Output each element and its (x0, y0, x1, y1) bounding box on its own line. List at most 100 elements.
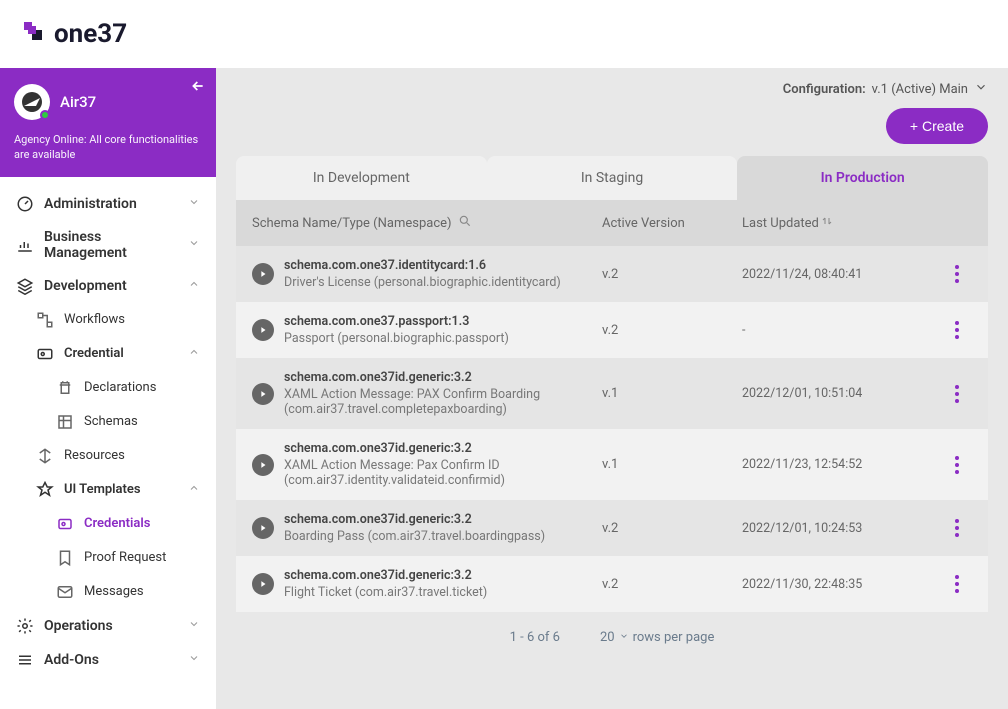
gauge-icon (16, 195, 34, 213)
sidebar-item-declarations[interactable]: Declarations (0, 371, 216, 405)
schema-desc: XAML Action Message: PAX Confirm Boardin… (284, 387, 602, 417)
expand-row-icon[interactable] (252, 319, 274, 341)
expand-row-icon[interactable] (252, 454, 274, 476)
pagination: 1 - 6 of 6 20 rows per page (236, 612, 988, 663)
search-icon[interactable] (458, 214, 472, 232)
sort-icon[interactable] (821, 215, 833, 231)
sidebar-item-ui-templates[interactable]: UI Templates (0, 473, 216, 507)
credential-icon (36, 345, 54, 363)
schema-updated: 2022/11/24, 08:40:41 (742, 267, 942, 282)
expand-row-icon[interactable] (252, 517, 274, 539)
collapse-sidebar-icon[interactable] (190, 78, 206, 98)
table-header: Schema Name/Type (Namespace) Active Vers… (236, 200, 988, 246)
tabs: In Development In Staging In Production (236, 156, 988, 200)
sidebar-item-operations[interactable]: Operations (0, 609, 216, 643)
sidebar: Air37 Agency Online: All core functional… (0, 68, 216, 709)
chevron-up-icon (188, 482, 200, 498)
row-actions-menu[interactable] (942, 456, 972, 474)
table-row: schema.com.one37id.generic:3.2 XAML Acti… (236, 429, 988, 500)
agency-status: Agency Online: All core functionalities … (14, 132, 202, 163)
row-actions-menu[interactable] (942, 321, 972, 339)
agency-avatar-icon (14, 84, 50, 120)
sidebar-item-label: UI Templates (64, 482, 141, 497)
chevron-down-icon (188, 618, 200, 634)
app-header: one37 (0, 0, 1008, 68)
schema-updated: 2022/11/30, 22:48:35 (742, 577, 942, 592)
more-icon (955, 519, 959, 537)
sidebar-item-business[interactable]: Business Management (0, 221, 216, 269)
workflow-icon (36, 311, 54, 329)
schema-name: schema.com.one37id.generic:3.2 (284, 568, 602, 583)
logo-icon (24, 22, 48, 46)
expand-row-icon[interactable] (252, 383, 274, 405)
schema-desc: Boarding Pass (com.air37.travel.boarding… (284, 529, 602, 544)
schema-updated: 2022/12/01, 10:51:04 (742, 386, 942, 401)
config-selector[interactable]: Configuration: v.1 (Active) Main (236, 80, 988, 98)
expand-row-icon[interactable] (252, 263, 274, 285)
gear-icon (16, 617, 34, 635)
sidebar-item-schemas[interactable]: Schemas (0, 405, 216, 439)
schema-updated: - (742, 323, 942, 338)
sidebar-header: Air37 Agency Online: All core functional… (0, 68, 216, 177)
messages-icon (56, 583, 74, 601)
tab-in-staging[interactable]: In Staging (487, 156, 738, 200)
more-icon (955, 385, 959, 403)
declarations-icon (56, 379, 74, 397)
sidebar-item-label: Operations (44, 618, 113, 634)
tab-in-production[interactable]: In Production (737, 156, 988, 200)
sidebar-item-label: Messages (84, 584, 144, 599)
schema-name: schema.com.one37.identitycard:1.6 (284, 258, 602, 273)
addons-icon (16, 651, 34, 669)
sidebar-item-label: Schemas (84, 414, 138, 429)
config-value: v.1 (Active) Main (872, 82, 968, 97)
rows-count: 20 (600, 630, 615, 645)
sidebar-item-addons[interactable]: Add-Ons (0, 643, 216, 677)
schema-table: Schema Name/Type (Namespace) Active Vers… (236, 200, 988, 612)
sidebar-item-label: Development (44, 278, 127, 294)
schema-name: schema.com.one37id.generic:3.2 (284, 512, 602, 527)
schema-version: v.2 (602, 267, 742, 282)
schema-version: v.1 (602, 386, 742, 401)
chevron-down-icon (619, 630, 629, 645)
schema-desc: Passport (personal.biographic.passport) (284, 331, 602, 346)
sidebar-item-proof-request[interactable]: Proof Request (0, 541, 216, 575)
create-button[interactable]: + Create (886, 108, 988, 144)
schema-name: schema.com.one37id.generic:3.2 (284, 370, 602, 385)
sidebar-item-workflows[interactable]: Workflows (0, 303, 216, 337)
sidebar-nav: Administration Business Management Devel… (0, 177, 216, 687)
sidebar-item-messages[interactable]: Messages (0, 575, 216, 609)
logo: one37 (24, 19, 127, 49)
sidebar-item-credential[interactable]: Credential (0, 337, 216, 371)
sidebar-item-label: Declarations (84, 380, 156, 395)
rows-per-page-selector[interactable]: 20 rows per page (600, 630, 714, 645)
more-icon (955, 456, 959, 474)
pagination-info: 1 - 6 of 6 (510, 630, 560, 645)
proof-icon (56, 549, 74, 567)
row-actions-menu[interactable] (942, 575, 972, 593)
row-actions-menu[interactable] (942, 519, 972, 537)
config-label: Configuration: (783, 82, 866, 97)
layers-icon (16, 277, 34, 295)
chevron-up-icon (188, 278, 200, 294)
column-header-version: Active Version (602, 216, 742, 231)
agency-name: Air37 (60, 93, 96, 111)
column-header-name: Schema Name/Type (Namespace) (252, 216, 452, 231)
sidebar-item-label: Add-Ons (44, 652, 99, 668)
schema-version: v.2 (602, 323, 742, 338)
sidebar-item-development[interactable]: Development (0, 269, 216, 303)
schema-version: v.1 (602, 457, 742, 472)
tab-in-development[interactable]: In Development (236, 156, 487, 200)
schemas-icon (56, 413, 74, 431)
table-row: schema.com.one37id.generic:3.2 XAML Acti… (236, 358, 988, 429)
sidebar-item-resources[interactable]: Resources (0, 439, 216, 473)
chevron-down-icon (188, 237, 200, 253)
sidebar-item-credentials[interactable]: Credentials (0, 507, 216, 541)
table-row: schema.com.one37id.generic:3.2 Flight Ti… (236, 556, 988, 612)
expand-row-icon[interactable] (252, 573, 274, 595)
more-icon (955, 265, 959, 283)
row-actions-menu[interactable] (942, 385, 972, 403)
table-row: schema.com.one37id.generic:3.2 Boarding … (236, 500, 988, 556)
row-actions-menu[interactable] (942, 265, 972, 283)
sidebar-item-administration[interactable]: Administration (0, 187, 216, 221)
column-header-updated: Last Updated (742, 216, 819, 231)
